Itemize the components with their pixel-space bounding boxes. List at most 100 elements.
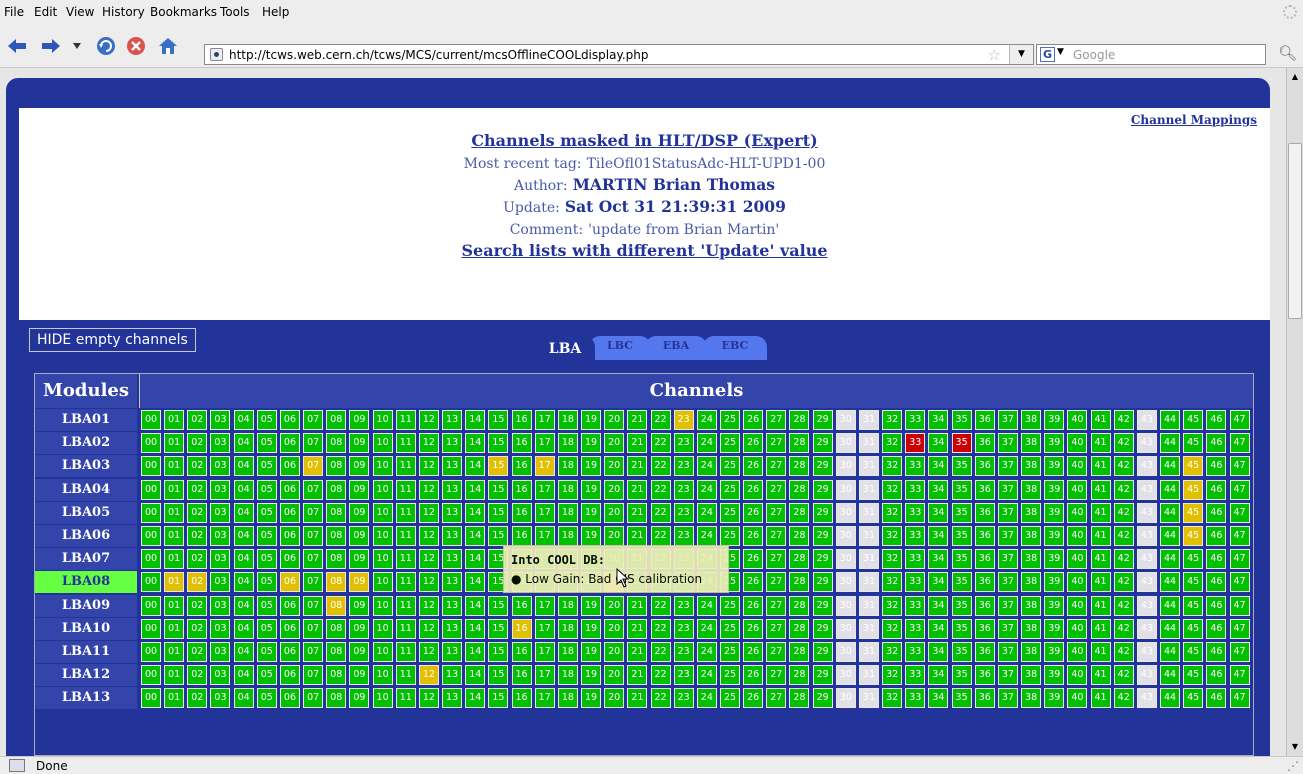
channel-cell[interactable]: 41 (1090, 526, 1111, 546)
channel-cell[interactable]: 33 (905, 572, 926, 593)
channel-cell[interactable]: 38 (1021, 456, 1042, 477)
channel-cell[interactable]: 07 (303, 595, 324, 616)
channel-cell[interactable]: 29 (812, 595, 833, 616)
channel-cell[interactable]: 24 (696, 433, 717, 454)
channel-cell[interactable]: 01 (164, 642, 185, 662)
channel-cell[interactable]: 09 (349, 502, 370, 523)
channel-cell[interactable]: 47 (1229, 502, 1250, 523)
channel-cell[interactable]: 26 (743, 688, 764, 709)
channel-cell[interactable]: 11 (395, 433, 416, 454)
channel-cell[interactable]: 03 (210, 665, 231, 686)
channel-cell[interactable]: 37 (997, 595, 1018, 616)
channel-cell[interactable]: 45 (1183, 433, 1204, 454)
module-lba12[interactable]: LBA12 (35, 664, 137, 687)
channel-cell[interactable]: 09 (349, 618, 370, 639)
channel-cell[interactable]: 22 (650, 502, 671, 523)
channel-cell[interactable]: 27 (766, 410, 787, 430)
channel-cell[interactable]: 43 (1136, 433, 1157, 454)
channel-cell[interactable]: 07 (303, 549, 324, 570)
channel-cell[interactable]: 06 (279, 688, 300, 709)
channel-cell[interactable]: 18 (557, 665, 578, 686)
channel-cell[interactable]: 28 (789, 642, 810, 662)
channel-cell[interactable]: 28 (789, 595, 810, 616)
channel-cell[interactable]: 01 (164, 526, 185, 546)
channel-cell[interactable]: 00 (141, 549, 161, 570)
channel-cell[interactable]: 07 (303, 572, 324, 593)
channel-cell[interactable]: 03 (210, 642, 231, 662)
channel-cell[interactable]: 03 (210, 618, 231, 639)
channel-cell[interactable]: 40 (1067, 433, 1088, 454)
channel-cell[interactable]: 41 (1090, 572, 1111, 593)
channel-cell[interactable]: 44 (1160, 479, 1181, 500)
channel-cell[interactable]: 08 (326, 595, 347, 616)
channel-cell[interactable]: 05 (256, 410, 277, 430)
channel-cell[interactable]: 23 (673, 410, 694, 430)
channel-cell[interactable]: 34 (928, 433, 949, 454)
channel-cell[interactable]: 19 (581, 502, 602, 523)
channel-cell[interactable]: 42 (1113, 410, 1134, 430)
channel-cell[interactable]: 21 (627, 479, 648, 500)
channel-cell[interactable]: 37 (997, 618, 1018, 639)
channel-cell[interactable]: 10 (372, 410, 393, 430)
channel-cell[interactable]: 09 (349, 549, 370, 570)
channel-cell[interactable]: 10 (372, 479, 393, 500)
channel-cell[interactable]: 39 (1044, 433, 1065, 454)
channel-cell[interactable]: 11 (395, 688, 416, 709)
channel-cell[interactable]: 23 (673, 665, 694, 686)
channel-cell[interactable]: 28 (789, 572, 810, 593)
channel-cell[interactable]: 09 (349, 665, 370, 686)
channel-cell[interactable]: 02 (187, 526, 208, 546)
channel-cell[interactable]: 08 (326, 572, 347, 593)
channel-cell[interactable]: 29 (812, 665, 833, 686)
channel-cell[interactable]: 13 (442, 410, 463, 430)
channel-cell[interactable]: 33 (905, 410, 926, 430)
channel-cell[interactable]: 08 (326, 642, 347, 662)
home-button[interactable] (156, 35, 180, 57)
channel-cell[interactable]: 19 (581, 479, 602, 500)
channel-cell[interactable]: 41 (1090, 410, 1111, 430)
channel-cell[interactable]: 10 (372, 688, 393, 709)
channel-cell[interactable]: 40 (1067, 549, 1088, 570)
channel-cell[interactable]: 02 (187, 410, 208, 430)
channel-cell[interactable]: 19 (581, 665, 602, 686)
channel-cell[interactable]: 10 (372, 595, 393, 616)
channel-cell[interactable]: 21 (627, 502, 648, 523)
channel-cell[interactable]: 03 (210, 526, 231, 546)
tab-lbc[interactable]: LBC (589, 336, 651, 360)
channel-cell[interactable]: 44 (1160, 595, 1181, 616)
channel-cell[interactable]: 13 (442, 688, 463, 709)
channel-cell[interactable]: 30 (835, 688, 856, 709)
channel-cell[interactable]: 25 (720, 433, 740, 454)
channel-cell[interactable]: 07 (303, 526, 324, 546)
history-dropdown-button[interactable] (70, 35, 84, 57)
channel-cell[interactable]: 32 (882, 456, 903, 477)
channel-cell[interactable]: 00 (141, 410, 161, 430)
channel-cell[interactable]: 12 (418, 410, 439, 430)
channel-cell[interactable]: 28 (789, 479, 810, 500)
channel-cell[interactable]: 47 (1229, 572, 1250, 593)
channel-cell[interactable]: 33 (905, 479, 926, 500)
channel-cell[interactable]: 05 (256, 549, 277, 570)
channel-cell[interactable]: 06 (279, 642, 300, 662)
channel-cell[interactable]: 06 (279, 456, 300, 477)
channel-cell[interactable]: 47 (1229, 595, 1250, 616)
channel-cell[interactable]: 11 (395, 479, 416, 500)
channel-cell[interactable]: 29 (812, 688, 833, 709)
channel-cell[interactable]: 45 (1183, 526, 1204, 546)
channel-cell[interactable]: 42 (1113, 642, 1134, 662)
channel-cell[interactable]: 01 (164, 688, 185, 709)
channel-cell[interactable]: 08 (326, 549, 347, 570)
channel-cell[interactable]: 33 (905, 526, 926, 546)
channel-cell[interactable]: 25 (720, 456, 740, 477)
stop-button[interactable] (124, 35, 148, 57)
channel-cell[interactable]: 17 (534, 526, 555, 546)
channel-cell[interactable]: 00 (141, 595, 161, 616)
channel-cell[interactable]: 22 (650, 456, 671, 477)
channel-cell[interactable]: 31 (858, 595, 879, 616)
channel-cell[interactable]: 27 (766, 549, 787, 570)
channel-cell[interactable]: 47 (1229, 688, 1250, 709)
channel-cell[interactable]: 28 (789, 549, 810, 570)
channel-cell[interactable]: 35 (951, 618, 972, 639)
channel-cell[interactable]: 37 (997, 410, 1018, 430)
channel-cell[interactable]: 13 (442, 502, 463, 523)
